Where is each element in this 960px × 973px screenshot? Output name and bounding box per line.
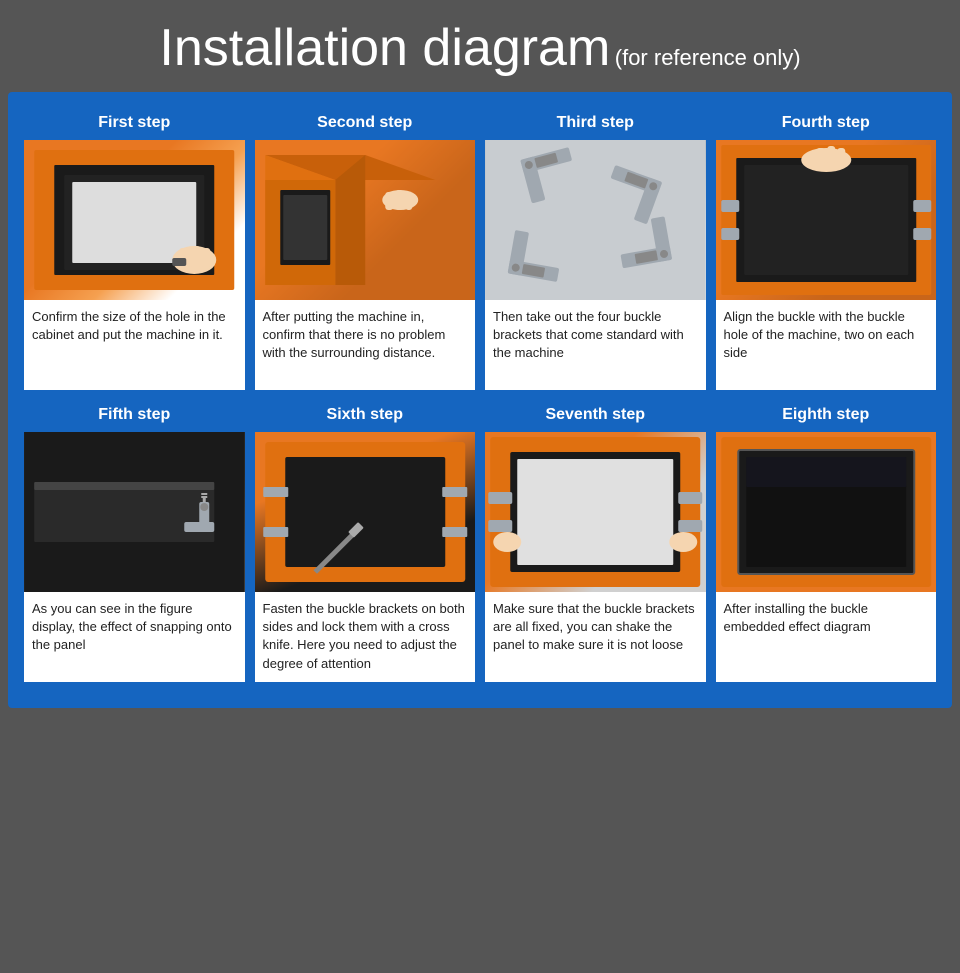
step-1-desc: Confirm the size of the hole in the cabi… bbox=[24, 300, 245, 390]
step-4-label: Fourth step bbox=[716, 108, 937, 140]
step-8-desc: After installing the buckle embedded eff… bbox=[716, 592, 937, 682]
step-6-desc: Fasten the buckle brackets on both sides… bbox=[255, 592, 476, 682]
page-subtitle: (for reference only) bbox=[615, 45, 801, 70]
step-3-image bbox=[485, 140, 706, 300]
step-6-image bbox=[255, 432, 476, 592]
page-title: Installation diagram bbox=[159, 19, 610, 77]
step-7-image bbox=[485, 432, 706, 592]
step-6-label: Sixth step bbox=[255, 400, 476, 432]
step-card-5: Fifth step bbox=[24, 400, 245, 682]
step-card-8: Eighth step After installing the buckle … bbox=[716, 400, 937, 682]
step-2-desc: After putting the machine in, confirm th… bbox=[255, 300, 476, 390]
main-content: First step bbox=[8, 92, 952, 708]
step-3-label: Third step bbox=[485, 108, 706, 140]
step-card-6: Sixth step bbox=[255, 400, 476, 682]
step-1-label: First step bbox=[24, 108, 245, 140]
step-card-2: Second step bbox=[255, 108, 476, 390]
step-4-image bbox=[716, 140, 937, 300]
step-card-1: First step bbox=[24, 108, 245, 390]
page-wrapper: Installation diagram (for reference only… bbox=[0, 0, 960, 708]
step-2-label: Second step bbox=[255, 108, 476, 140]
step-5-label: Fifth step bbox=[24, 400, 245, 432]
step-5-desc: As you can see in the figure display, th… bbox=[24, 592, 245, 682]
step-4-desc: Align the buckle with the buckle hole of… bbox=[716, 300, 937, 390]
step-1-image bbox=[24, 140, 245, 300]
step-7-desc: Make sure that the buckle brackets are a… bbox=[485, 592, 706, 682]
step-7-label: Seventh step bbox=[485, 400, 706, 432]
title-bar: Installation diagram (for reference only… bbox=[0, 0, 960, 92]
steps-grid-top: First step bbox=[24, 108, 936, 390]
step-card-3: Third step bbox=[485, 108, 706, 390]
step-card-7: Seventh step bbox=[485, 400, 706, 682]
step-8-label: Eighth step bbox=[716, 400, 937, 432]
step-2-image bbox=[255, 140, 476, 300]
step-card-4: Fourth step bbox=[716, 108, 937, 390]
step-8-image bbox=[716, 432, 937, 592]
step-5-image bbox=[24, 432, 245, 592]
step-3-desc: Then take out the four buckle brackets t… bbox=[485, 300, 706, 390]
steps-grid-bottom: Fifth step bbox=[24, 400, 936, 682]
